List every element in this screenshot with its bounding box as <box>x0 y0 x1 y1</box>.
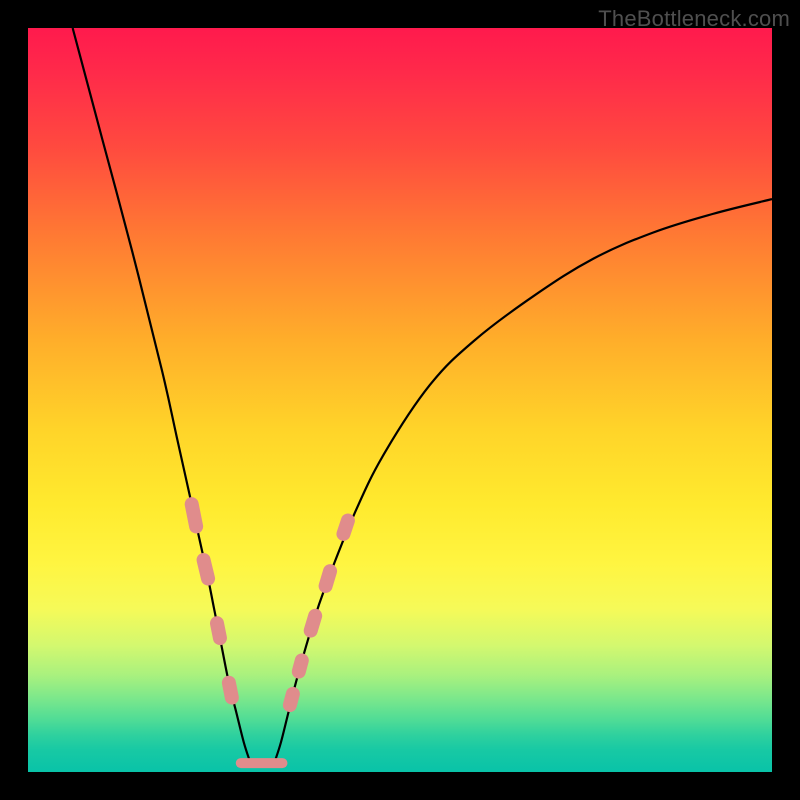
data-marker <box>343 521 347 534</box>
data-marker <box>299 660 302 671</box>
data-marker <box>229 683 232 698</box>
data-marker <box>192 504 196 526</box>
chart-frame: TheBottleneck.com <box>0 0 800 800</box>
left-branch-curve <box>73 28 250 761</box>
data-marker <box>290 694 293 705</box>
right-branch-curve <box>275 199 772 761</box>
data-marker <box>311 616 315 631</box>
data-marker <box>326 571 330 586</box>
data-marker <box>217 623 220 638</box>
plot-area <box>28 28 772 772</box>
data-marker <box>204 560 208 579</box>
curves-svg <box>28 28 772 772</box>
